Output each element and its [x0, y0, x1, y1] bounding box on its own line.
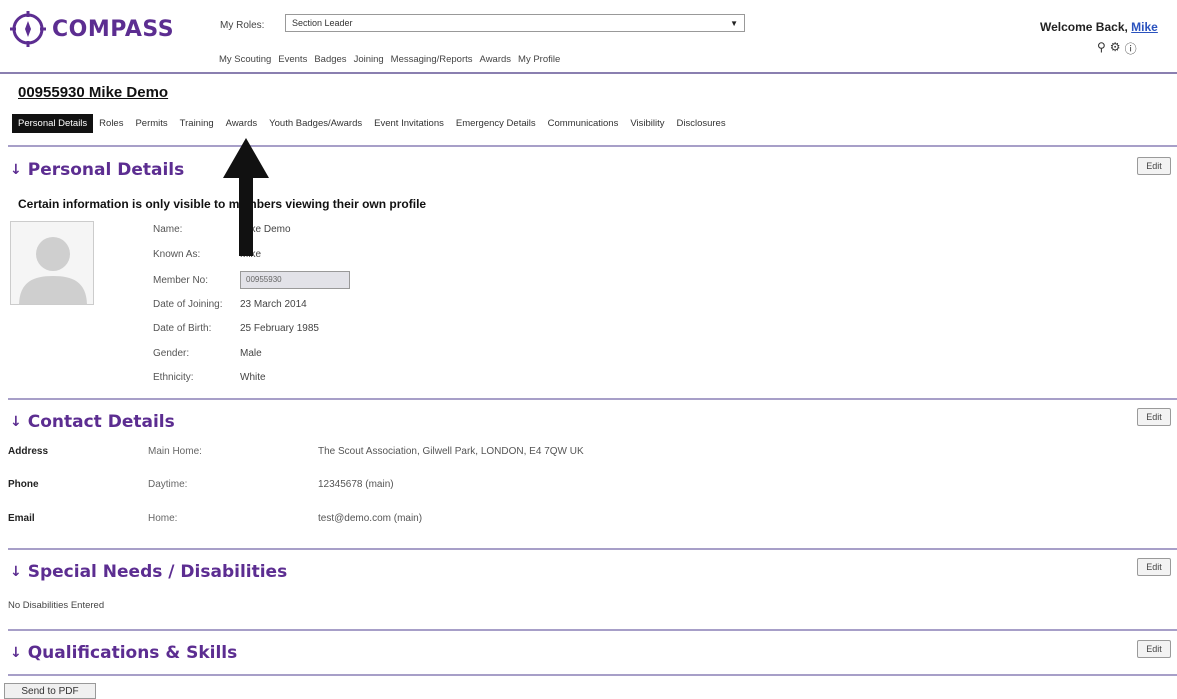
top-nav: My Scouting Events Badges Joining Messag…	[219, 54, 560, 65]
welcome-text: Welcome Back,	[1040, 20, 1128, 34]
date-of-birth-label: Date of Birth:	[153, 323, 212, 334]
special-needs-heading[interactable]: ↓ Special Needs / Disabilities	[10, 562, 287, 582]
tab-personal-details[interactable]: Personal Details	[12, 114, 94, 133]
qualifications-edit-button[interactable]: Edit	[1137, 640, 1171, 658]
personal-details-heading[interactable]: ↓ Personal Details	[10, 160, 184, 180]
section-divider	[8, 629, 1177, 631]
name-label: Name:	[153, 224, 183, 235]
nav-my-scouting[interactable]: My Scouting	[219, 54, 271, 65]
compass-logo-icon	[10, 11, 46, 47]
search-icon[interactable]: ⚲	[1097, 40, 1106, 57]
section-divider	[8, 548, 1177, 550]
qualifications-heading[interactable]: ↓ Qualifications & Skills	[10, 643, 237, 663]
email-value: test@demo.com (main)	[318, 513, 423, 524]
special-needs-title: Special Needs / Disabilities	[27, 562, 288, 582]
member-no-label: Member No:	[153, 275, 209, 286]
tab-event-invitations[interactable]: Event Invitations	[368, 114, 450, 133]
special-needs-edit-button[interactable]: Edit	[1137, 558, 1171, 576]
member-title: 00955930 Mike Demo	[18, 84, 169, 101]
date-of-birth-value: 25 February 1985	[240, 323, 319, 334]
welcome-user-link[interactable]: Mike	[1131, 20, 1158, 34]
gender-value: Male	[240, 348, 262, 359]
ethnicity-value: White	[240, 372, 266, 383]
nav-awards[interactable]: Awards	[480, 54, 512, 65]
known-as-label: Known As:	[153, 249, 201, 260]
date-of-joining-value: 23 March 2014	[240, 299, 307, 310]
address-value: The Scout Association, Gilwell Park, LON…	[318, 446, 584, 457]
collapse-arrow-icon: ↓	[10, 645, 22, 661]
section-divider	[8, 145, 1177, 147]
profile-tabs: Personal Details Roles Permits Training …	[12, 114, 732, 133]
contact-details-title: Contact Details	[27, 412, 175, 432]
personal-details-title: Personal Details	[27, 160, 185, 180]
tab-visibility[interactable]: Visibility	[624, 114, 670, 133]
info-icon[interactable]: ⓘ	[1125, 40, 1137, 57]
tab-awards[interactable]: Awards	[220, 114, 264, 133]
address-label: Address	[8, 446, 49, 457]
contact-details-heading[interactable]: ↓ Contact Details	[10, 412, 175, 432]
tab-disclosures[interactable]: Disclosures	[670, 114, 731, 133]
roles-select[interactable]: Section Leader ▼	[285, 14, 745, 32]
roles-label: My Roles:	[220, 20, 265, 31]
tab-emergency-details[interactable]: Emergency Details	[450, 114, 542, 133]
collapse-arrow-icon: ↓	[10, 414, 22, 430]
tab-roles[interactable]: Roles	[93, 114, 129, 133]
header-divider	[0, 72, 1177, 74]
email-label: Email	[8, 513, 35, 524]
member-no-field: 00955930	[240, 271, 350, 289]
no-disabilities-text: No Disabilities Entered	[8, 600, 105, 611]
tab-training[interactable]: Training	[174, 114, 220, 133]
phone-value: 12345678 (main)	[318, 479, 394, 490]
avatar	[10, 221, 94, 305]
nav-events[interactable]: Events	[278, 54, 307, 65]
welcome-message: Welcome Back, Mike	[1040, 20, 1158, 34]
annotation-arrow-icon	[223, 138, 269, 256]
nav-joining[interactable]: Joining	[354, 54, 384, 65]
send-to-pdf-button[interactable]: Send to PDF	[4, 683, 96, 699]
logo-text: COMPASS	[52, 16, 175, 42]
section-divider	[8, 674, 1177, 676]
ethnicity-label: Ethnicity:	[153, 372, 194, 383]
section-divider	[8, 398, 1177, 400]
tab-permits[interactable]: Permits	[129, 114, 173, 133]
date-of-joining-label: Date of Joining:	[153, 299, 223, 310]
gear-icon[interactable]: ⚙	[1110, 40, 1121, 57]
address-sub-label: Main Home:	[148, 446, 202, 457]
gender-label: Gender:	[153, 348, 190, 359]
nav-badges[interactable]: Badges	[314, 54, 346, 65]
nav-my-profile[interactable]: My Profile	[518, 54, 560, 65]
phone-sub-label: Daytime:	[148, 479, 188, 490]
collapse-arrow-icon: ↓	[10, 162, 22, 178]
tab-communications[interactable]: Communications	[542, 114, 625, 133]
email-sub-label: Home:	[148, 513, 178, 524]
tab-youth-badges-awards[interactable]: Youth Badges/Awards	[263, 114, 368, 133]
header-icons: ⚲ ⚙ ⓘ	[1097, 40, 1137, 57]
nav-messaging-reports[interactable]: Messaging/Reports	[391, 54, 473, 65]
personal-edit-button[interactable]: Edit	[1137, 157, 1171, 175]
roles-selected-value: Section Leader	[292, 18, 353, 28]
contact-edit-button[interactable]: Edit	[1137, 408, 1171, 426]
compass-logo[interactable]: COMPASS	[8, 8, 198, 50]
phone-label: Phone	[8, 479, 39, 490]
dropdown-caret-icon: ▼	[730, 18, 738, 28]
qualifications-title: Qualifications & Skills	[27, 643, 238, 663]
collapse-arrow-icon: ↓	[10, 564, 22, 580]
avatar-placeholder-icon	[19, 237, 87, 304]
